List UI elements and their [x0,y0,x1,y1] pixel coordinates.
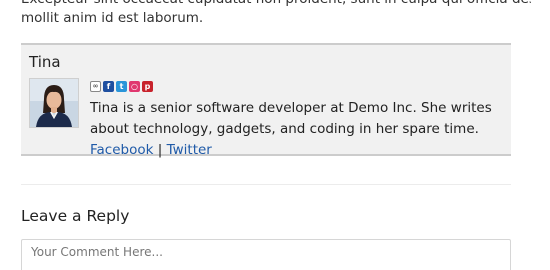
avatar-image [30,79,78,127]
instagram-icon[interactable]: ○ [129,81,140,92]
comment-textarea[interactable] [22,240,510,270]
page: Excepteur sint occaecat cupidatat non pr… [0,0,550,270]
pinterest-icon[interactable]: p [142,81,153,92]
author-box: Tina ∞ f t ○ p Tina is a senior software… [21,43,511,158]
author-avatar [29,78,79,128]
facebook-link[interactable]: Facebook [90,142,153,158]
leave-reply-heading: Leave a Reply [21,207,130,225]
author-name: Tina [29,53,61,71]
post-text-last-line: mollit anim id est laborum. [21,10,204,26]
twitter-link[interactable]: Twitter [167,142,212,158]
author-bio-text: Tina is a senior software developer at D… [90,100,492,137]
twitter-icon[interactable]: t [116,81,127,92]
author-bio: Tina is a senior software developer at D… [90,98,505,161]
comment-box [21,239,511,270]
facebook-icon[interactable]: f [103,81,114,92]
link-separator: | [157,142,163,158]
social-icons: ∞ f t ○ p [90,81,153,94]
link-icon[interactable]: ∞ [90,81,101,92]
section-divider [21,184,511,185]
